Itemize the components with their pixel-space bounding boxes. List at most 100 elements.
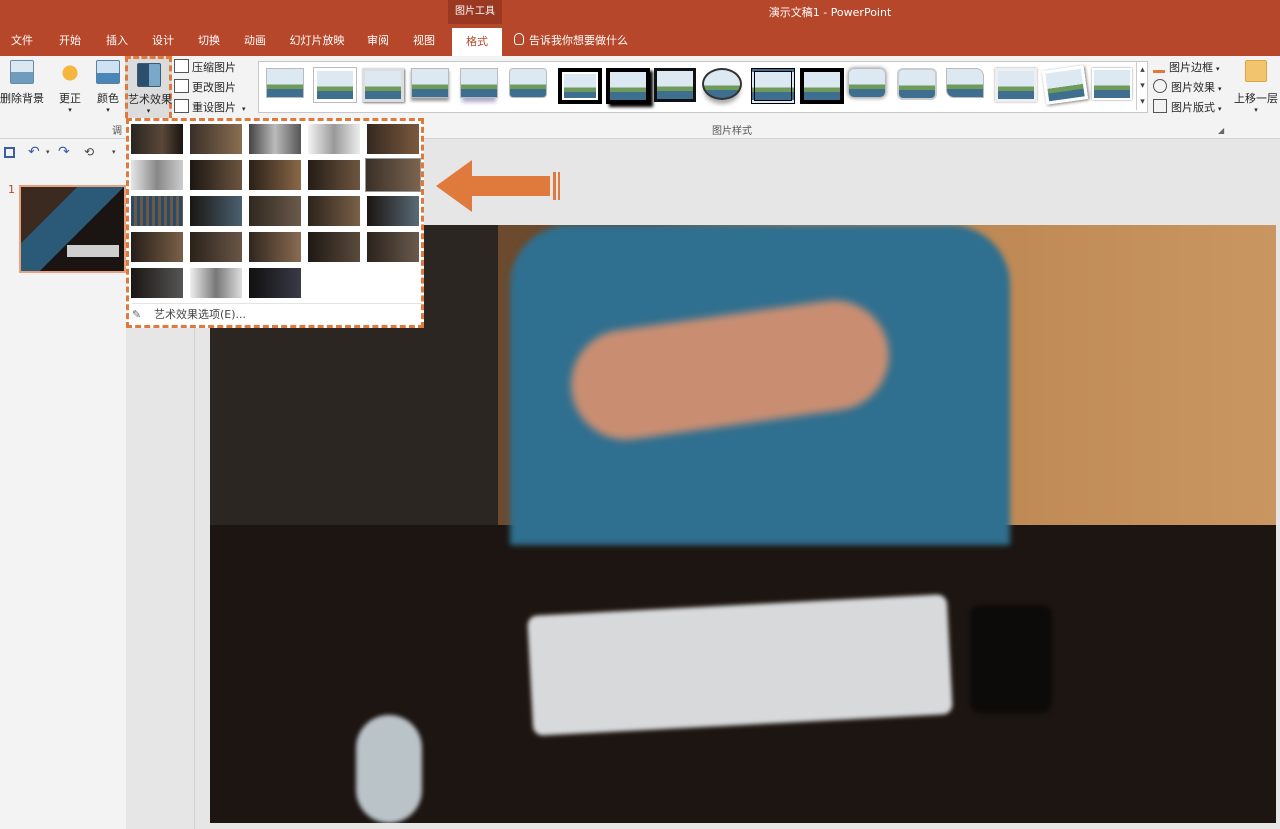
redo-icon[interactable]: ↷ — [58, 144, 70, 160]
picture-style-6[interactable] — [507, 64, 547, 102]
artistic-effect-watercolor[interactable] — [190, 196, 242, 226]
picture-style-16[interactable] — [993, 64, 1037, 102]
slide-number: 1 — [8, 183, 15, 196]
picture-style-18[interactable] — [1090, 64, 1132, 102]
start-slideshow-icon[interactable]: ⟲ — [84, 145, 94, 159]
artistic-effect-line-drawing[interactable] — [367, 124, 419, 154]
color-button[interactable]: 颜色 ▾ — [90, 60, 126, 116]
color-label: 颜色 — [97, 92, 119, 105]
artistic-effect-crisscross[interactable] — [367, 196, 419, 226]
picture-style-11[interactable] — [749, 64, 795, 104]
chevron-down-icon[interactable]: ▾ — [46, 148, 50, 156]
reset-picture-label: 重设图片 — [192, 101, 236, 114]
artistic-effect-light-screen[interactable] — [131, 196, 183, 226]
corrections-button[interactable]: 更正 ▾ — [52, 60, 88, 116]
compress-pictures-button[interactable]: 压缩图片 — [174, 58, 236, 78]
picture-style-1[interactable] — [264, 64, 304, 102]
gallery-scroll-up[interactable]: ▴ — [1136, 62, 1148, 78]
artistic-effect-paint-brush[interactable] — [249, 160, 301, 190]
dialog-launcher-icon[interactable]: ◢ — [1218, 126, 1224, 135]
callout-arrow-icon — [436, 160, 560, 212]
tell-me-search[interactable]: 告诉我你想要做什么 — [514, 26, 628, 56]
artistic-effect-none[interactable] — [131, 124, 183, 154]
artistic-effect-blur-selected[interactable] — [365, 158, 421, 192]
picture-border-button[interactable]: 图片边框 ▾ — [1153, 58, 1220, 78]
picture-style-15[interactable] — [944, 64, 984, 102]
artistic-effect-pastels[interactable] — [249, 268, 301, 298]
tab-animations[interactable]: 动画 — [233, 26, 277, 56]
document-title: 演示文稿1 - PowerPoint — [768, 6, 892, 19]
picture-style-12[interactable] — [798, 64, 844, 104]
artistic-effect-pencil-sketch[interactable] — [308, 124, 360, 154]
gallery-scroll-down[interactable]: ▾ — [1136, 78, 1148, 94]
gallery-more-button[interactable]: ▾ — [1136, 94, 1148, 110]
chevron-down-icon: ▾ — [1218, 105, 1222, 113]
pen-icon — [1153, 58, 1165, 73]
picture-style-2[interactable] — [312, 64, 356, 102]
tab-design[interactable]: 设计 — [141, 26, 185, 56]
picture-effects-button[interactable]: 图片效果 ▾ — [1153, 78, 1222, 98]
slide-thumbnail[interactable] — [19, 185, 126, 273]
picture-color-icon — [96, 60, 120, 84]
picture-style-7[interactable] — [556, 64, 602, 104]
bring-forward-button[interactable]: 上移一层 ▾ — [1232, 60, 1280, 116]
picture-style-10-oval[interactable] — [700, 64, 742, 102]
picture-style-8[interactable] — [604, 64, 650, 104]
tab-file[interactable]: 文件 — [0, 26, 44, 56]
artistic-effect-glow-diffused[interactable] — [308, 160, 360, 190]
artistic-effects-label: 艺术效果 — [128, 93, 172, 106]
change-picture-button[interactable]: 更改图片 — [174, 78, 236, 98]
artistic-effect-marker[interactable] — [190, 124, 242, 154]
artistic-effects-button[interactable]: 艺术效果 ▾ — [125, 56, 172, 118]
bring-forward-icon — [1245, 60, 1267, 82]
tab-home[interactable]: 开始 — [48, 26, 92, 56]
artistic-effect-cutout[interactable] — [249, 196, 301, 226]
picture-style-4[interactable] — [409, 64, 449, 102]
artistic-effect-cement[interactable] — [131, 232, 183, 262]
artistic-effect-film-grain[interactable] — [190, 268, 242, 298]
artistic-effect-plastic-wrap[interactable] — [249, 232, 301, 262]
artistic-effects-icon — [136, 63, 161, 87]
layout-icon — [1153, 99, 1167, 113]
artistic-effect-pencil-grayscale[interactable] — [249, 124, 301, 154]
picture-style-5[interactable] — [458, 64, 498, 102]
reset-picture-button[interactable]: 重设图片 ▾ — [174, 98, 246, 118]
tab-slideshow[interactable]: 幻灯片放映 — [284, 26, 350, 56]
artistic-effect-photocopy[interactable] — [367, 232, 419, 262]
compress-icon — [174, 59, 189, 73]
tab-format[interactable]: 格式 — [452, 28, 502, 56]
tab-transitions[interactable]: 切换 — [187, 26, 231, 56]
picture-layout-button[interactable]: 图片版式 ▾ — [1153, 98, 1222, 118]
tab-insert[interactable]: 插入 — [95, 26, 139, 56]
artistic-effect-paint-strokes[interactable] — [190, 160, 242, 190]
artistic-effect-glow-edges[interactable] — [131, 268, 183, 298]
picture-style-17[interactable] — [1041, 64, 1089, 105]
compress-label: 压缩图片 — [192, 61, 236, 74]
picture-style-13[interactable] — [846, 64, 886, 102]
artistic-effects-options-item[interactable]: ✎ 艺术效果选项(E)... — [132, 303, 422, 326]
change-picture-label: 更改图片 — [192, 81, 236, 94]
remove-background-label: 删除背景 — [0, 92, 44, 105]
picture-style-9[interactable] — [652, 64, 696, 102]
effects-icon — [1153, 79, 1167, 93]
picture-style-3[interactable] — [360, 64, 404, 102]
chevron-down-icon: ▾ — [68, 106, 72, 114]
quick-access-toolbar: ↶ ▾ ↷ ⟲ ▾ — [0, 139, 126, 171]
remove-background-button[interactable]: 删除背景 — [0, 60, 44, 108]
tab-view[interactable]: 视图 — [402, 26, 446, 56]
artistic-effect-chalk-sketch[interactable] — [131, 160, 183, 190]
undo-icon[interactable]: ↶ — [28, 144, 40, 160]
customize-qat-icon[interactable]: ▾ — [112, 148, 116, 156]
picture-effects-label: 图片效果 — [1171, 81, 1215, 94]
save-icon[interactable] — [4, 147, 15, 158]
artistic-effect-mosaic[interactable] — [308, 196, 360, 226]
chevron-down-icon: ▾ — [1216, 65, 1220, 73]
artistic-effect-texturizer[interactable] — [190, 232, 242, 262]
chevron-down-icon: ▾ — [106, 106, 110, 114]
tab-review[interactable]: 审阅 — [356, 26, 400, 56]
artistic-effect-glass[interactable] — [308, 232, 360, 262]
remove-background-icon — [10, 60, 34, 84]
picture-style-14[interactable] — [895, 64, 937, 102]
artistic-effects-options-label: 艺术效果选项(E)... — [154, 308, 247, 321]
bring-forward-label: 上移一层 — [1234, 92, 1278, 105]
